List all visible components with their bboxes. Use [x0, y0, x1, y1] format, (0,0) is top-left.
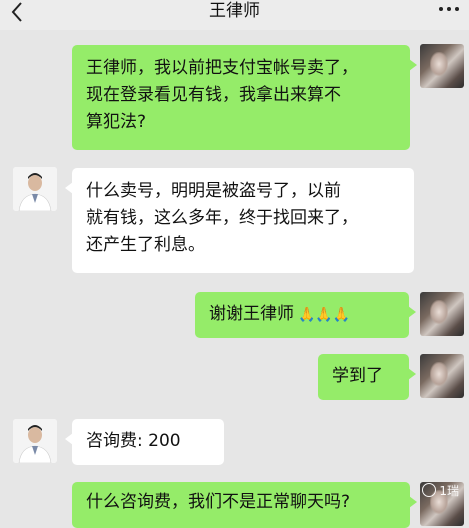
user-avatar[interactable] — [420, 44, 464, 88]
message-bubble-outgoing[interactable]: 王律师，我以前把支付宝帐号卖了， 现在登录看见有钱，我拿出来算不 算犯法? — [72, 45, 417, 150]
message-line: 王律师，我以前把支付宝帐号卖了， — [86, 58, 358, 78]
message-line: 现在登录看见有钱，我拿出来算不 — [86, 85, 341, 105]
lawyer-avatar[interactable] — [13, 419, 57, 463]
chat-title: 王律师 — [209, 1, 260, 21]
praying-hands-emoji-icon: 🙏🙏🙏 — [298, 307, 351, 323]
message-line: 还产生了利息。 — [86, 235, 205, 255]
watermark: 1瑞 — [422, 480, 459, 500]
message-bubble-incoming[interactable]: 什么卖号，明明是被盗号了，以前 就有钱，这么多年，终于找回来了， 还产生了利息。 — [65, 168, 414, 273]
message-text: 谢谢王律师 — [209, 304, 294, 324]
message-bubble-outgoing[interactable]: 学到了 — [318, 354, 416, 400]
message-text: 什么咨询费，我们不是正常聊天吗? — [86, 492, 351, 512]
message-bubble-outgoing[interactable]: 谢谢王律师 🙏🙏🙏 — [195, 292, 416, 338]
watermark-text: 1瑞 — [439, 483, 459, 498]
message-line: 算犯法? — [86, 112, 147, 132]
message-line: 就有钱，这么多年，终于找回来了， — [86, 208, 358, 228]
message-line: 什么卖号，明明是被盗号了，以前 — [86, 181, 341, 201]
user-avatar[interactable] — [420, 292, 464, 336]
watermark-logo-icon — [422, 483, 437, 497]
user-avatar[interactable] — [420, 354, 464, 398]
more-options-icon[interactable] — [439, 2, 461, 16]
chat-header: 王律师 — [0, 0, 469, 30]
message-bubble-outgoing[interactable]: 什么咨询费，我们不是正常聊天吗? — [72, 482, 417, 528]
message-text: 咨询费: 200 — [86, 431, 181, 451]
lawyer-avatar-image-icon — [13, 419, 57, 463]
message-bubble-incoming[interactable]: 咨询费: 200 — [65, 419, 224, 465]
lawyer-avatar-image-icon — [13, 167, 57, 211]
lawyer-avatar[interactable] — [13, 167, 57, 211]
message-text: 学到了 — [332, 366, 383, 386]
